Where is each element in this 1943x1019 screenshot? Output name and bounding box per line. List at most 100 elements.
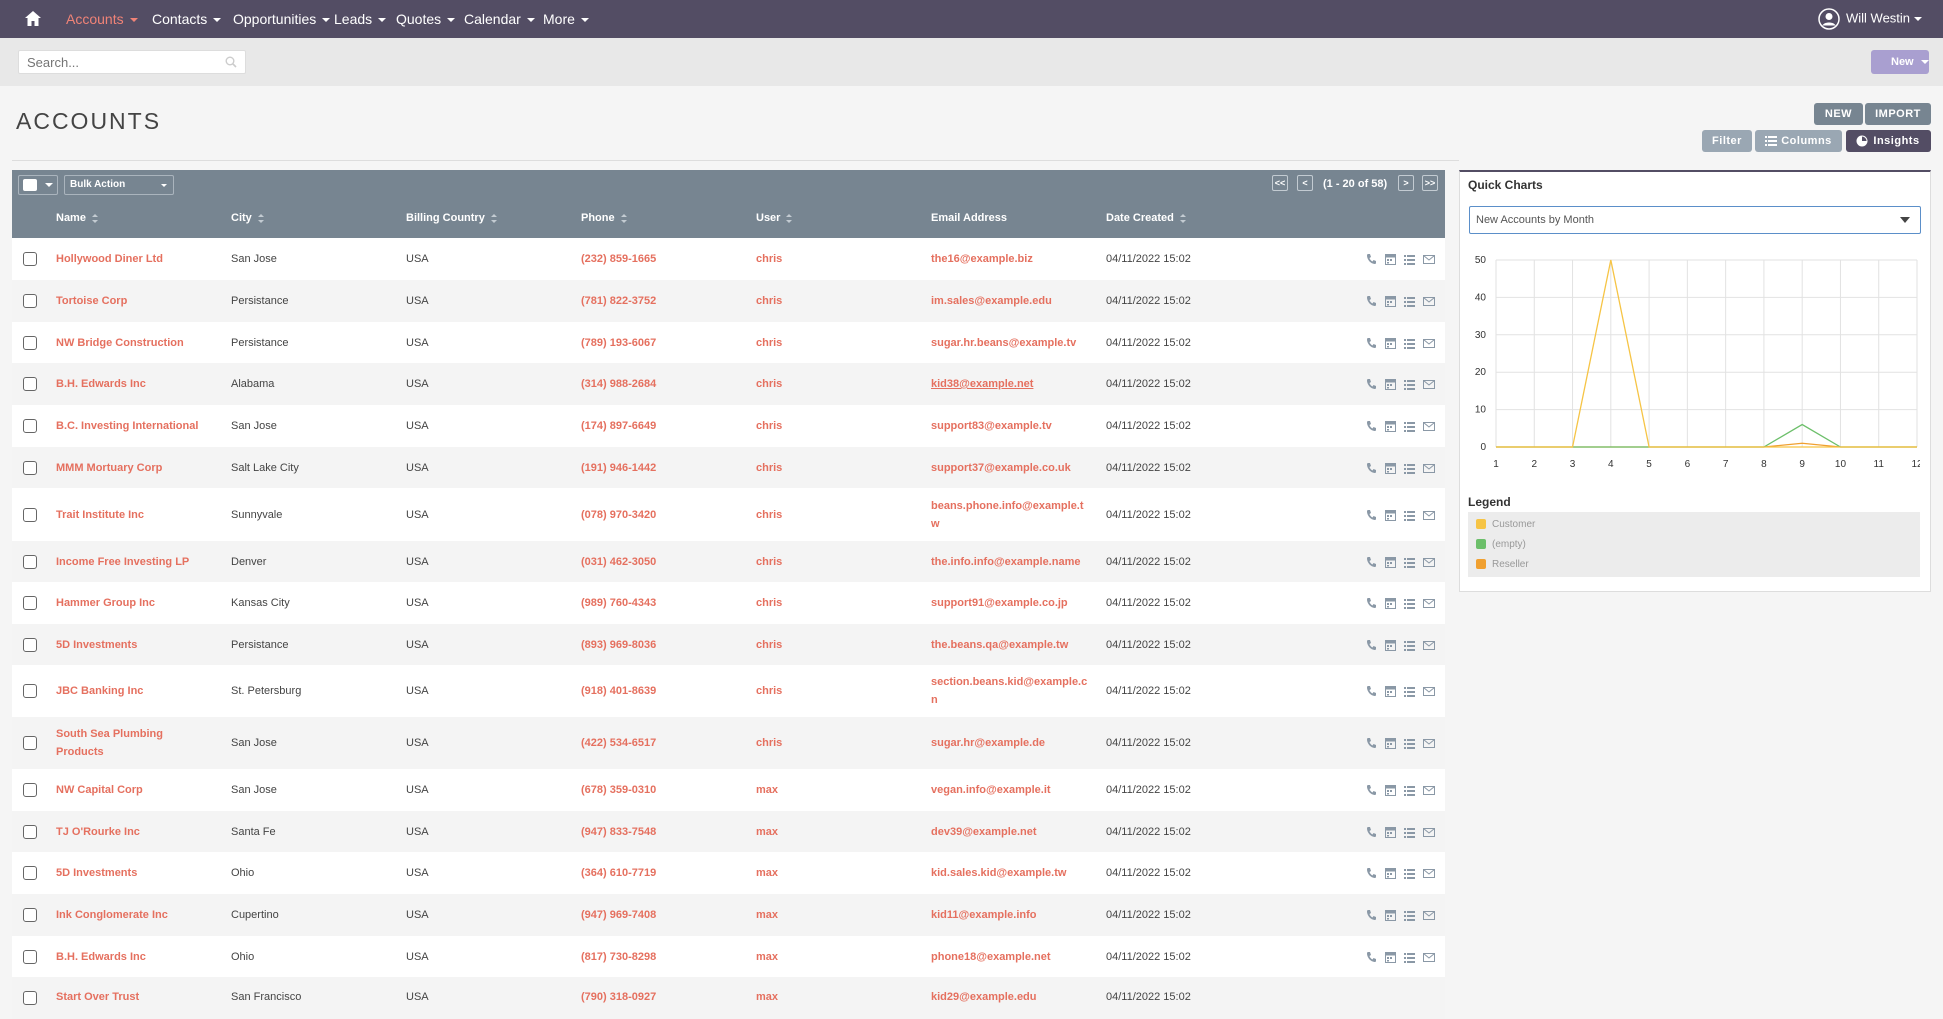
user-link[interactable]: chris	[756, 295, 782, 307]
row-checkbox[interactable]	[23, 419, 37, 433]
nav-accounts[interactable]: Accounts	[66, 11, 138, 27]
account-name-link[interactable]: Hollywood Diner Ltd	[56, 253, 163, 265]
calendar-icon[interactable]	[1385, 685, 1396, 697]
row-checkbox[interactable]	[23, 335, 37, 350]
row-checkbox[interactable]	[23, 460, 37, 475]
first-page-button[interactable]: <<	[1272, 175, 1288, 191]
calendar-icon[interactable]	[1385, 337, 1396, 349]
phone-icon[interactable]	[1366, 737, 1377, 749]
calendar-icon[interactable]	[1385, 826, 1396, 838]
phone-icon[interactable]	[1366, 784, 1377, 796]
phone-icon[interactable]	[1366, 462, 1377, 474]
phone-icon[interactable]	[1366, 556, 1377, 568]
column-header-user[interactable]: User	[756, 212, 793, 224]
task-list-icon[interactable]	[1404, 737, 1415, 749]
column-header-name[interactable]: Name	[56, 212, 98, 224]
nav-contacts[interactable]: Contacts	[152, 11, 222, 27]
calendar-icon[interactable]	[1385, 556, 1396, 568]
legend-item-customer[interactable]: Customer	[1476, 519, 1535, 530]
nav-leads[interactable]: Leads	[334, 11, 387, 27]
user-link[interactable]: max	[756, 951, 778, 963]
calendar-icon[interactable]	[1385, 784, 1396, 796]
email-link[interactable]: kid29@example.edu	[931, 991, 1037, 1003]
insights-button[interactable]: Insights	[1846, 130, 1931, 152]
phone-link[interactable]: (989) 760-4343	[581, 597, 656, 609]
calendar-icon[interactable]	[1385, 462, 1396, 474]
column-header-email-address[interactable]: Email Address	[931, 212, 1007, 224]
email-link[interactable]: sugar.hr@example.de	[931, 737, 1045, 749]
column-header-date-created[interactable]: Date Created	[1106, 212, 1186, 224]
row-checkbox[interactable]	[23, 596, 37, 610]
email-link[interactable]: kid.sales.kid@example.tw	[931, 867, 1066, 879]
account-name-link[interactable]: NW Capital Corp	[56, 784, 143, 796]
task-list-icon[interactable]	[1404, 295, 1415, 307]
import-button[interactable]: IMPORT	[1865, 103, 1931, 125]
phone-link[interactable]: (078) 970-3420	[581, 509, 656, 521]
last-page-button[interactable]: >>	[1422, 175, 1438, 191]
phone-link[interactable]: (790) 318-0927	[581, 991, 656, 1003]
task-list-icon[interactable]	[1404, 509, 1415, 521]
search-icon[interactable]	[225, 56, 237, 68]
phone-icon[interactable]	[1366, 826, 1377, 838]
row-checkbox[interactable]	[23, 824, 37, 839]
email-icon[interactable]	[1423, 253, 1435, 265]
phone-icon[interactable]	[1366, 295, 1377, 307]
email-icon[interactable]	[1423, 909, 1435, 921]
phone-icon[interactable]	[1366, 597, 1377, 609]
email-link[interactable]: the16@example.biz	[931, 253, 1033, 265]
row-checkbox[interactable]	[23, 949, 37, 964]
task-list-icon[interactable]	[1404, 420, 1415, 432]
account-name-link[interactable]: B.H. Edwards Inc	[56, 378, 146, 390]
account-name-link[interactable]: NW Bridge Construction	[56, 337, 184, 349]
search-input[interactable]	[19, 51, 230, 73]
calendar-icon[interactable]	[1385, 420, 1396, 432]
row-checkbox[interactable]	[23, 294, 37, 308]
account-name-link[interactable]: JBC Banking Inc	[56, 685, 143, 697]
account-name-link[interactable]: Trait Institute Inc	[56, 509, 144, 521]
task-list-icon[interactable]	[1404, 462, 1415, 474]
email-link[interactable]: vegan.info@example.it	[931, 784, 1051, 796]
task-list-icon[interactable]	[1404, 784, 1415, 796]
email-link[interactable]: the.info.info@example.name	[931, 556, 1080, 568]
column-header-city[interactable]: City	[231, 212, 264, 224]
user-link[interactable]: chris	[756, 420, 782, 432]
account-name-link[interactable]: 5D Investments	[56, 639, 137, 651]
user-link[interactable]: max	[756, 991, 778, 1003]
account-name-link[interactable]: Hammer Group Inc	[56, 597, 155, 609]
email-icon[interactable]	[1423, 951, 1435, 963]
account-name-link[interactable]: Tortoise Corp	[56, 295, 127, 307]
user-link[interactable]: max	[756, 909, 778, 921]
home-icon[interactable]	[24, 10, 42, 27]
column-header-billing-country[interactable]: Billing Country	[406, 212, 497, 224]
phone-icon[interactable]	[1366, 420, 1377, 432]
nav-more[interactable]: More	[543, 11, 589, 27]
email-link[interactable]: support83@example.tv	[931, 420, 1052, 432]
bulk-action-dropdown[interactable]: Bulk Action	[64, 175, 174, 195]
user-link[interactable]: max	[756, 784, 778, 796]
row-checkbox[interactable]	[23, 991, 37, 1005]
nav-calendar[interactable]: Calendar	[464, 11, 535, 27]
email-icon[interactable]	[1423, 737, 1435, 749]
email-icon[interactable]	[1423, 556, 1435, 568]
phone-icon[interactable]	[1366, 509, 1377, 521]
prev-page-button[interactable]: <	[1297, 175, 1313, 191]
email-icon[interactable]	[1423, 337, 1435, 349]
task-list-icon[interactable]	[1404, 556, 1415, 568]
user-link[interactable]: max	[756, 867, 778, 879]
nav-opportunities[interactable]: Opportunities	[233, 11, 331, 27]
user-link[interactable]: chris	[756, 462, 782, 474]
global-search[interactable]	[18, 50, 246, 74]
row-checkbox[interactable]	[23, 736, 37, 750]
task-list-icon[interactable]	[1404, 685, 1415, 697]
phone-link[interactable]: (191) 946-1442	[581, 462, 656, 474]
task-list-icon[interactable]	[1404, 826, 1415, 838]
phone-link[interactable]: (947) 969-7408	[581, 909, 656, 921]
legend-item-reseller[interactable]: Reseller	[1476, 559, 1529, 570]
calendar-icon[interactable]	[1385, 737, 1396, 749]
row-checkbox[interactable]	[23, 684, 37, 698]
user-link[interactable]: chris	[756, 556, 782, 568]
phone-icon[interactable]	[1366, 909, 1377, 921]
row-checkbox[interactable]	[23, 637, 37, 652]
phone-link[interactable]: (314) 988-2684	[581, 378, 656, 390]
calendar-icon[interactable]	[1385, 597, 1396, 609]
